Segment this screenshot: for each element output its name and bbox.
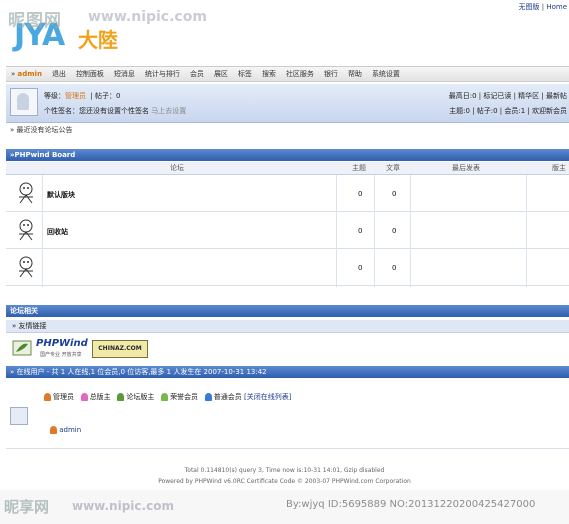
nav-community-services[interactable]: 社区服务 <box>281 67 319 81</box>
legend-member: 普通会员 <box>213 393 242 401</box>
set-signature-link[interactable]: 马上去设置 <box>151 107 186 115</box>
posts-count: 帖子：0 <box>95 92 121 100</box>
nav-bank[interactable]: 银行 <box>319 67 343 81</box>
user-quick-links[interactable]: 最高日:0 | 标记已读 | 精华区 | 最新帖 <box>449 91 567 101</box>
forum-posts: 0 <box>392 264 397 272</box>
table-row[interactable]: 默认版块 0 0 <box>6 175 569 212</box>
phpwind-text: PHPWind <box>36 338 88 349</box>
col-forum: 论坛 <box>170 164 184 172</box>
nav-tags[interactable]: 标签 <box>233 67 257 81</box>
forum-posts: 0 <box>392 227 397 235</box>
online-box <box>6 380 569 449</box>
col-last-post: 最后发表 <box>452 164 480 172</box>
chinaz-logo[interactable]: CHINAZ.COM <box>92 340 148 358</box>
close-online-list-link[interactable]: [关闭在线列表] <box>244 393 291 401</box>
forum-name[interactable]: 默认版块 <box>47 190 75 200</box>
supermod-badge-icon <box>80 393 88 401</box>
home-link[interactable]: Home <box>546 3 567 11</box>
nav-system-settings[interactable]: 系统设置 <box>367 67 405 81</box>
legend-mod: 论坛版主 <box>126 393 155 401</box>
friend-links-label: 友情链接 <box>18 322 47 330</box>
watermark-url: www.nipic.com <box>88 9 207 25</box>
watermark-url-bottom: www.nipic.com <box>72 499 174 513</box>
footer-stats: Total 0.114810(s) query 3, Time now is:1… <box>184 467 385 474</box>
forum-name[interactable]: 回收站 <box>47 227 68 237</box>
legend-supermod: 总版主 <box>89 393 111 401</box>
forum-topics: 0 <box>358 190 363 198</box>
online-header: » 在线用户 - 共 1 人在线,1 位会员,0 位访客,最多 1 人发生在 2… <box>6 366 569 378</box>
honor-badge-icon <box>161 393 169 401</box>
nav-help[interactable]: 帮助 <box>343 67 367 81</box>
online-user: admin <box>50 426 81 434</box>
online-summary: 在线用户 - 共 1 人在线,1 位会员,0 位访客,最多 1 人发生在 200… <box>16 368 267 376</box>
mod-badge-icon <box>117 393 125 401</box>
phpwind-logo[interactable]: PHPWind 国产专业 开放共享 <box>12 338 88 358</box>
nav-showcase[interactable]: 展区 <box>209 67 233 81</box>
related-title: 论坛相关 <box>10 307 38 315</box>
related-header: 论坛相关 <box>6 305 569 317</box>
avatar[interactable] <box>10 88 38 116</box>
forum-icon <box>19 256 33 278</box>
nav-logout[interactable]: 退出 <box>47 67 71 81</box>
footer-powered-by: Powered by PHPWind v6.0RC Certificate Co… <box>158 478 411 485</box>
forum-icon <box>19 182 33 204</box>
col-moderator: 版主 <box>552 164 566 172</box>
admin-badge-icon <box>50 426 57 434</box>
nav-user-item: » admin <box>11 70 42 78</box>
forum-stats: 主题:0 | 帖子:0 | 会员:1 | 欢迎新会员 <box>449 107 567 115</box>
member-badge-icon <box>204 393 212 401</box>
main-nav: » admin 退出 控制面板 短消息 统计与排行 会员 展区 标签 搜索 社区… <box>6 66 569 82</box>
board-title[interactable]: »PHPwind Board <box>6 151 75 159</box>
site-logo-cn: 大陸 <box>78 28 118 52</box>
board-header: »PHPwind Board <box>6 149 569 161</box>
forum-topics: 0 <box>358 264 363 272</box>
col-posts: 文章 <box>386 164 400 172</box>
legend-honor: 荣誉会员 <box>170 393 199 401</box>
forum-icon <box>19 219 33 241</box>
announcement: » 最近没有论坛公告 <box>10 126 73 134</box>
table-row[interactable]: 回收站 0 0 <box>6 212 569 249</box>
forum-posts: 0 <box>392 190 397 198</box>
nav-messages[interactable]: 短消息 <box>109 67 140 81</box>
no-image-link[interactable]: 无图版 <box>519 3 540 11</box>
watermark-text-bottom: 昵享网 <box>4 498 50 516</box>
nav-control-panel[interactable]: 控制面板 <box>71 67 109 81</box>
phpwind-tagline: 国产专业 开放共享 <box>40 352 82 358</box>
user-signature: 个性签名：您还没有设置个性签名 马上去设置 <box>44 106 186 116</box>
forum-topics: 0 <box>358 227 363 235</box>
table-row[interactable]: 0 0 <box>6 249 569 286</box>
top-links: 无图版 | Home <box>518 3 567 11</box>
col-topics: 主题 <box>352 164 366 172</box>
table-divider <box>410 175 411 287</box>
level-value: 管理员 <box>65 92 86 100</box>
nav-stats[interactable]: 统计与排行 <box>140 67 185 81</box>
nav-user-link[interactable]: admin <box>18 70 42 78</box>
level-label: 等级： <box>44 92 65 100</box>
watermark-text: 昵图网 <box>8 11 62 31</box>
watermark-id: By:wjyq ID:5695889 NO:201312202004254270… <box>286 499 536 510</box>
admin-badge-icon <box>44 393 51 401</box>
user-level: 等级：管理员 | 帖子：0 <box>44 92 121 100</box>
friend-links-bar: » 友情链接 <box>6 320 569 333</box>
table-divider <box>526 175 527 287</box>
announcement-text: 最近没有论坛公告 <box>16 126 73 134</box>
user-panel <box>6 84 569 123</box>
nav-members[interactable]: 会员 <box>185 67 209 81</box>
table-divider <box>42 175 43 287</box>
online-users-icon <box>10 407 28 425</box>
online-user-link[interactable]: admin <box>59 426 81 434</box>
legend-admin: 管理员 <box>53 393 74 401</box>
phpwind-leaf-icon <box>12 340 32 356</box>
table-divider <box>374 175 375 287</box>
member-group-legend: 管理员 总版主 论坛版主 荣誉会员 普通会员 [关闭在线列表] <box>44 392 291 402</box>
nav-search[interactable]: 搜索 <box>257 67 281 81</box>
signature-label: 个性签名：您还没有设置个性签名 <box>44 107 149 115</box>
table-divider <box>336 175 337 287</box>
board-column-headers: 论坛 主题 文章 最后发表 版主 <box>6 162 569 175</box>
